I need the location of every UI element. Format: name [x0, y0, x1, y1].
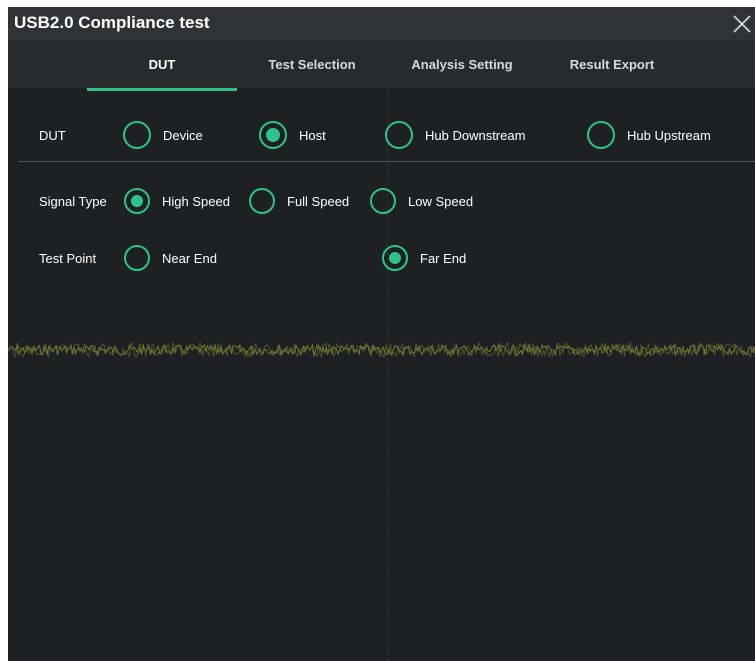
test-point-label: Test Point	[39, 251, 97, 266]
tab-label: DUT	[148, 56, 176, 72]
signal-type-label: Signal Type	[39, 194, 107, 209]
compliance-test-dialog: USB2.0 Compliance test DUT Test Selectio…	[8, 7, 755, 661]
radio-unchecked-icon	[370, 188, 396, 214]
tab-bar: DUT Test Selection Analysis Setting Resu…	[8, 40, 755, 91]
radio-unchecked-icon	[124, 245, 150, 271]
dut-label: DUT	[39, 128, 66, 143]
radio-label: Host	[299, 127, 326, 143]
dut-host-radio[interactable]: Host	[259, 121, 326, 149]
test-point-far-end-radio[interactable]: Far End	[382, 245, 466, 271]
signal-low-speed-radio[interactable]: Low Speed	[370, 188, 473, 214]
radio-unchecked-icon	[249, 188, 275, 214]
radio-label: Full Speed	[287, 193, 350, 209]
radio-label: Low Speed	[408, 193, 474, 209]
active-tab-indicator	[87, 88, 237, 91]
radio-unchecked-icon	[123, 121, 151, 149]
radio-label: Hub Downstream	[425, 127, 526, 143]
radio-checked-icon	[124, 188, 150, 214]
test-point-near-end-radio[interactable]: Near End	[124, 245, 217, 271]
tab-result-export[interactable]: Result Export	[537, 40, 687, 88]
tab-label: Result Export	[569, 56, 655, 72]
tab-label: Test Selection	[268, 56, 356, 72]
radio-unchecked-icon	[385, 121, 413, 149]
radio-unchecked-icon	[587, 121, 615, 149]
grid-line	[387, 88, 388, 661]
radio-label: Device	[163, 127, 203, 143]
radio-label: High Speed	[162, 193, 230, 209]
signal-full-speed-radio[interactable]: Full Speed	[249, 188, 349, 214]
section-divider	[19, 161, 755, 162]
radio-label: Near End	[162, 250, 217, 266]
title-bar: USB2.0 Compliance test	[8, 7, 755, 40]
tab-dut[interactable]: DUT	[87, 40, 237, 91]
radio-label: Far End	[420, 250, 467, 266]
tab-analysis-setting[interactable]: Analysis Setting	[387, 40, 537, 88]
radio-label: Hub Upstream	[627, 127, 711, 143]
tab-test-selection[interactable]: Test Selection	[237, 40, 387, 88]
close-icon[interactable]	[729, 11, 755, 37]
radio-checked-icon	[382, 245, 408, 271]
dut-hub-upstream-radio[interactable]: Hub Upstream	[587, 121, 711, 149]
dut-hub-downstream-radio[interactable]: Hub Downstream	[385, 121, 525, 149]
radio-checked-icon	[259, 121, 287, 149]
dut-device-radio[interactable]: Device	[123, 121, 203, 149]
scope-display	[8, 88, 755, 661]
signal-high-speed-radio[interactable]: High Speed	[124, 188, 230, 214]
tab-label: Analysis Setting	[411, 56, 513, 72]
window-title: USB2.0 Compliance test	[14, 13, 210, 32]
waveform-trace	[8, 341, 755, 359]
